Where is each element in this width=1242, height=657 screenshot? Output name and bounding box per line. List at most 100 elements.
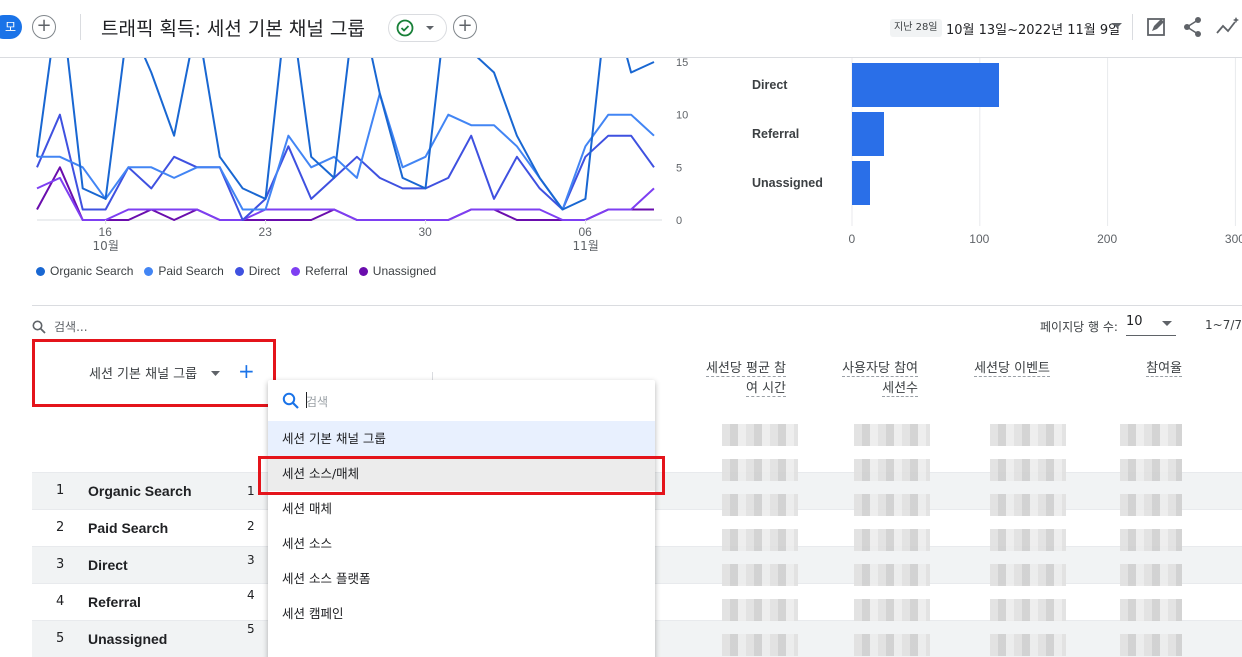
redacted-metric-cell: [990, 634, 1066, 656]
header-divider: [1132, 14, 1133, 40]
bar-x-tick-label: 100: [969, 232, 990, 246]
redacted-metric-cell: [990, 529, 1066, 551]
date-preset-badge: 지난 28일: [890, 19, 942, 37]
bar-referral[interactable]: [852, 112, 884, 156]
date-range-selector[interactable]: 10월 13일~2022년 11월 9일: [946, 19, 1120, 38]
bar-unassigned[interactable]: [852, 161, 870, 205]
bar-x-tick-label: 0: [848, 232, 856, 246]
col-engagement-rate[interactable]: 참여율: [1090, 359, 1182, 379]
x-tick-label: 23: [259, 225, 273, 239]
dropdown-item-medium[interactable]: 세션 매체: [268, 491, 655, 526]
dimension-dropdown-menu: 검색 세션 기본 채널 그룹 세션 소스/매체 세션 매체 세션 소스 세션 소…: [268, 380, 655, 657]
redacted-metric-cell: [1120, 424, 1182, 446]
dropdown-item-source[interactable]: 세션 소스: [268, 526, 655, 561]
redacted-metric-cell: [1120, 564, 1182, 586]
redacted-metric-cell: [854, 564, 930, 586]
redacted-metric-cell: [854, 494, 930, 516]
secondary-row-index: 4: [247, 587, 255, 602]
share-icon[interactable]: [1182, 16, 1204, 38]
x-tick-month-label: 10월: [93, 239, 119, 253]
row-index: 2: [56, 520, 65, 535]
legend-dot: [358, 266, 368, 276]
bar-x-tick-label: 200: [1097, 232, 1118, 246]
edit-report-icon[interactable]: [1146, 16, 1168, 38]
redacted-metric-cell: [990, 564, 1066, 586]
pagination-info: 1~7/7: [1205, 318, 1242, 332]
table-search-placeholder: 검색...: [54, 320, 88, 334]
row-channel-label[interactable]: Organic Search: [88, 483, 192, 499]
redacted-metric-cell: [1120, 599, 1182, 621]
bar-category-label: Direct: [752, 78, 788, 92]
redacted-metric-cell: [854, 599, 930, 621]
row-channel-label[interactable]: Direct: [88, 557, 128, 573]
row-channel-label[interactable]: Paid Search: [88, 520, 168, 536]
page-title: 트래픽 획득: 세션 기본 채널 그룹: [101, 18, 365, 40]
row-channel-label[interactable]: Referral: [88, 594, 141, 610]
add-comparison-button[interactable]: +: [32, 15, 56, 39]
redacted-metric-cell: [722, 599, 798, 621]
y-tick-label: 10: [676, 110, 688, 122]
row-channel-label[interactable]: Unassigned: [88, 631, 167, 647]
row-index: 3: [56, 557, 65, 572]
legend-dot: [36, 266, 45, 276]
insights-icon[interactable]: [1216, 16, 1242, 38]
redacted-metric-cell: [854, 634, 930, 656]
add-filter-button[interactable]: +: [453, 15, 477, 39]
redacted-metric-cell: [854, 529, 930, 551]
dimension-selector[interactable]: 세션 기본 채널 그룹: [89, 363, 221, 382]
legend-label: Paid Search: [158, 264, 224, 278]
redacted-metric-cell: [1120, 529, 1182, 551]
col-avg-engagement-time[interactable]: 세션당 평균 참여 시간: [690, 359, 786, 399]
chevron-down-icon: [211, 371, 221, 376]
legend-label: Organic Search: [50, 264, 134, 278]
redacted-metric-cell: [722, 494, 798, 516]
legend-dot: [144, 266, 154, 276]
legend-item[interactable]: Organic Search: [36, 264, 133, 278]
dimension-header-label: 세션 기본 채널 그룹: [89, 367, 198, 382]
series-line-referral: [36, 176, 655, 221]
dropdown-item-campaign[interactable]: 세션 캠페인: [268, 596, 655, 631]
row-index: 1: [56, 483, 65, 498]
dropdown-item-default-channel-group[interactable]: 세션 기본 채널 그룹: [268, 421, 655, 456]
dropdown-item-source-platform[interactable]: 세션 소스 플랫폼: [268, 561, 655, 596]
x-tick-label: 16: [99, 225, 113, 239]
bar-direct[interactable]: [852, 63, 999, 107]
dropdown-search-placeholder: 검색: [306, 395, 329, 409]
redacted-metric-cell: [722, 634, 798, 656]
series-line-organic-search: [36, 58, 655, 211]
redacted-metric-cell: [722, 529, 798, 551]
row-index: 4: [56, 594, 65, 609]
secondary-row-index: 3: [247, 553, 255, 567]
legend-item[interactable]: Paid Search: [144, 264, 224, 278]
bar-category-label: Referral: [752, 127, 800, 141]
legend-item[interactable]: Unassigned: [358, 264, 436, 278]
comparison-chip[interactable]: 모: [0, 15, 22, 39]
redacted-metric-cell: [990, 424, 1066, 446]
rows-per-page-value: 10: [1126, 314, 1143, 329]
bar-category-label: Unassigned: [752, 176, 823, 190]
y-tick-label: 5: [676, 162, 682, 174]
col-engaged-sessions-per-user[interactable]: 사용자당 참여 세션수: [822, 359, 918, 399]
x-tick-label: 30: [418, 225, 432, 239]
rows-per-page-select[interactable]: 10: [1126, 314, 1176, 336]
table-search[interactable]: 검색...: [32, 318, 88, 335]
secondary-row-index: 2: [247, 518, 255, 533]
series-line-unassigned: [36, 166, 654, 221]
add-dimension-icon[interactable]: +: [238, 359, 255, 383]
dropdown-search[interactable]: 검색: [268, 380, 655, 424]
redacted-metric-cell: [1120, 494, 1182, 516]
legend-item[interactable]: Referral: [291, 264, 348, 278]
legend-label: Direct: [248, 264, 281, 278]
redacted-metric-cell: [722, 459, 798, 481]
search-icon: [32, 320, 46, 334]
secondary-row-index: 5: [247, 622, 255, 636]
report-status-dropdown[interactable]: [388, 14, 447, 42]
y-tick-label: 0: [676, 215, 682, 227]
redacted-metric-cell: [1120, 634, 1182, 656]
col-events-per-session[interactable]: 세션당 이벤트: [950, 359, 1050, 379]
check-circle-icon: [396, 19, 434, 37]
legend-item[interactable]: Direct: [234, 264, 281, 278]
chevron-down-icon: [1162, 321, 1172, 326]
chevron-down-icon[interactable]: [1112, 23, 1122, 29]
bar-x-tick-label: 300: [1224, 232, 1242, 246]
